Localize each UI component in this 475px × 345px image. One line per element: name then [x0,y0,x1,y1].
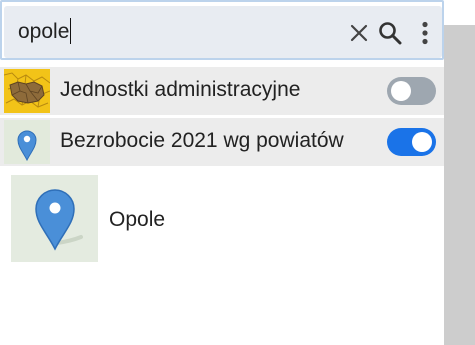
map-pin-thumbnail-icon [4,120,50,164]
clear-search-button[interactable] [346,20,372,46]
search-result-label: Opole [109,208,166,231]
layer-row-administrative-units[interactable]: Jednostki administracyjne [0,67,444,115]
search-input[interactable] [18,18,338,46]
text-caret [70,18,71,44]
layer-visibility-toggle[interactable] [387,77,436,105]
toggle-knob [391,81,411,101]
search-bar [0,0,444,60]
layer-row-unemployment-2021[interactable]: Bezrobocie 2021 wg powiatów [0,118,444,166]
scrollbar[interactable] [444,25,475,345]
search-icon [379,22,402,45]
layer-search-panel: Jednostki administracyjne Bezrobocie 202… [0,0,475,345]
toggle-knob [412,132,432,152]
map-regions-thumbnail-icon [4,69,50,113]
more-options-button[interactable] [412,20,438,46]
search-field-container [4,6,442,58]
more-vertical-icon [422,21,428,45]
map-pin-thumbnail-icon [11,175,98,262]
search-button[interactable] [377,20,403,46]
close-icon [350,24,368,42]
layer-visibility-toggle[interactable] [387,128,436,156]
layer-label: Bezrobocie 2021 wg powiatów [60,129,344,152]
search-result-item[interactable]: Opole [0,170,444,266]
layer-label: Jednostki administracyjne [60,78,301,101]
